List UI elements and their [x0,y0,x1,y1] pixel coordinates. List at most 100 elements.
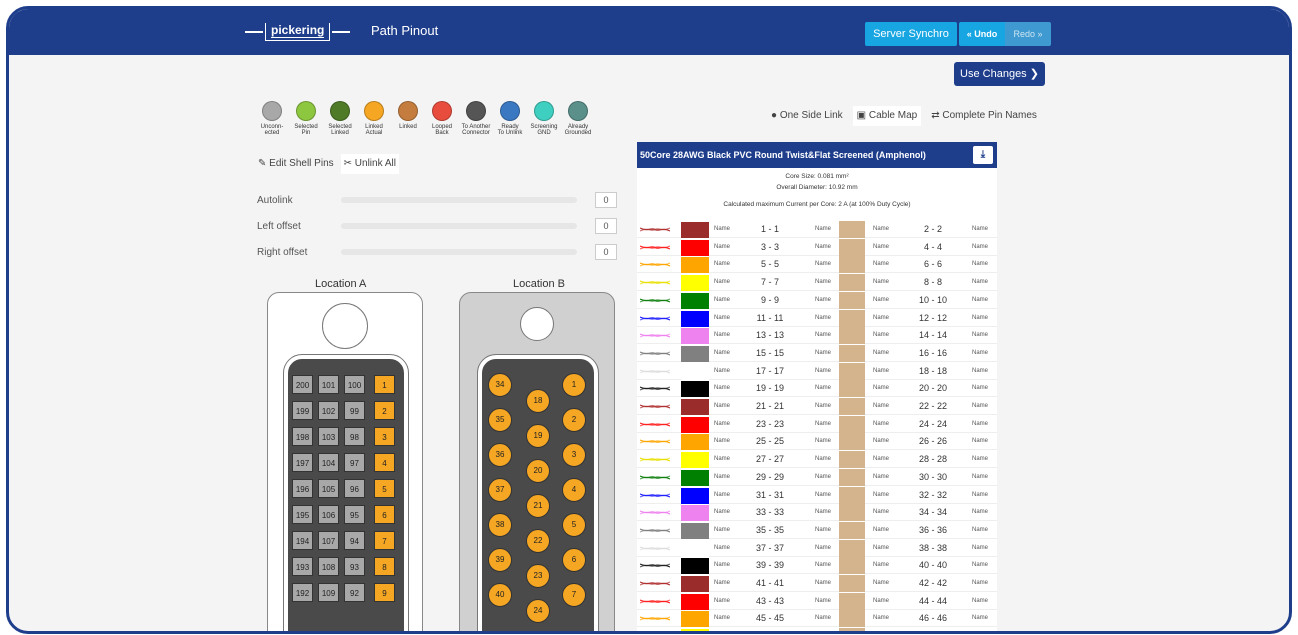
pin-name[interactable]: Name [972,509,988,515]
pin-name[interactable]: Name [815,545,831,551]
pin-name[interactable]: Name [873,527,889,533]
offset-slider[interactable] [341,249,577,255]
pin-square[interactable]: 94 [344,531,365,550]
pin-name[interactable]: Name [815,385,831,391]
cable-row[interactable]: Name 9 - 9 Name Name 10 - 10 Name [637,291,997,309]
pin-name[interactable]: Name [972,332,988,338]
pin-name[interactable]: Name [815,456,831,462]
pin-name[interactable]: Name [714,226,730,232]
pin-name[interactable]: Name [873,297,889,303]
cable-row[interactable]: Name 21 - 21 Name Name 22 - 22 Name [637,398,997,415]
pin-name[interactable]: Name [815,509,831,515]
complete-pin-names-toggle[interactable]: ⇄ Complete Pin Names [927,106,1041,126]
pin-name[interactable]: Name [714,474,730,480]
pin-name[interactable]: Name [714,421,730,427]
pin-name[interactable]: Name [714,403,730,409]
pin-name[interactable]: Name [972,368,988,374]
pin-circle[interactable]: 19 [526,424,550,448]
pin-square[interactable]: 107 [318,531,339,550]
cable-row[interactable]: Name 39 - 39 Name Name 40 - 40 Name [637,557,997,575]
pin-name[interactable]: Name [972,350,988,356]
pin-circle[interactable]: 22 [526,529,550,553]
pin-name[interactable]: Name [714,332,730,338]
pin-name[interactable]: Name [873,244,889,250]
pin-square[interactable]: 198 [292,427,313,446]
pin-name[interactable]: Name [714,562,730,568]
pin-name[interactable]: Name [873,474,889,480]
cable-row[interactable]: Name 47 - 47 Name Name 48 - 48 Name [637,628,997,634]
pin-square[interactable]: 2 [374,401,395,420]
pin-square[interactable]: 1 [374,375,395,394]
pin-square[interactable]: 92 [344,583,365,602]
pin-circle[interactable]: 5 [562,513,586,537]
pin-name[interactable]: Name [815,403,831,409]
pin-name[interactable]: Name [873,633,889,634]
pin-circle[interactable]: 36 [488,443,512,467]
pin-name[interactable]: Name [815,527,831,533]
pin-name[interactable]: Name [714,297,730,303]
pin-circle[interactable]: 18 [526,389,550,413]
pin-name[interactable]: Name [873,456,889,462]
pin-name[interactable]: Name [873,332,889,338]
pin-name[interactable]: Name [873,545,889,551]
pin-name[interactable]: Name [714,279,730,285]
pin-name[interactable]: Name [815,261,831,267]
pin-name[interactable]: Name [714,368,730,374]
pin-circle[interactable]: 39 [488,548,512,572]
pin-name[interactable]: Name [972,403,988,409]
pin-square[interactable]: 193 [292,557,313,576]
pin-square[interactable]: 109 [318,583,339,602]
pin-name[interactable]: Name [972,562,988,568]
pin-name[interactable]: Name [972,438,988,444]
pin-name[interactable]: Name [873,492,889,498]
offset-value-input[interactable]: 0 [595,244,617,260]
pin-name[interactable]: Name [972,226,988,232]
pin-name[interactable]: Name [815,492,831,498]
offset-value-input[interactable]: 0 [595,218,617,234]
offset-slider[interactable] [341,223,577,229]
cable-row[interactable]: Name 45 - 45 Name Name 46 - 46 Name [637,610,997,628]
pin-name[interactable]: Name [972,297,988,303]
one-side-link-toggle[interactable]: ● One Side Link [767,106,847,126]
pin-circle[interactable]: 38 [488,513,512,537]
pin-name[interactable]: Name [815,368,831,374]
pin-square[interactable]: 5 [374,479,395,498]
cable-row[interactable]: Name 27 - 27 Name Name 28 - 28 Name [637,451,997,469]
cable-row[interactable]: Name 23 - 23 Name Name 24 - 24 Name [637,415,997,433]
pin-name[interactable]: Name [972,492,988,498]
offset-value-input[interactable]: 0 [595,192,617,208]
pin-name[interactable]: Name [714,244,730,250]
pin-name[interactable]: Name [714,527,730,533]
pin-name[interactable]: Name [873,615,889,621]
pin-square[interactable]: 195 [292,505,313,524]
pin-name[interactable]: Name [972,385,988,391]
pin-name[interactable]: Name [815,297,831,303]
use-changes-button[interactable]: Use Changes ❯ [954,62,1045,86]
cable-row[interactable]: Name 37 - 37 Name Name 38 - 38 Name [637,539,997,557]
pin-square[interactable]: 6 [374,505,395,524]
pin-name[interactable]: Name [815,562,831,568]
pin-circle[interactable]: 4 [562,478,586,502]
pin-name[interactable]: Name [873,421,889,427]
pin-square[interactable]: 108 [318,557,339,576]
cable-row[interactable]: Name 13 - 13 Name Name 14 - 14 Name [637,327,997,345]
pin-square[interactable]: 101 [318,375,339,394]
pin-name[interactable]: Name [873,279,889,285]
pin-name[interactable]: Name [815,226,831,232]
cable-row[interactable]: Name 1 - 1 Name Name 2 - 2 Name [637,221,997,238]
pin-name[interactable]: Name [873,315,889,321]
pin-square[interactable]: 103 [318,427,339,446]
pin-name[interactable]: Name [972,421,988,427]
cable-row[interactable]: Name 7 - 7 Name Name 8 - 8 Name [637,274,997,292]
pin-name[interactable]: Name [873,403,889,409]
pin-circle[interactable]: 6 [562,548,586,572]
cable-row[interactable]: Name 43 - 43 Name Name 44 - 44 Name [637,592,997,610]
pin-square[interactable]: 4 [374,453,395,472]
pin-name[interactable]: Name [873,438,889,444]
cable-map-toggle[interactable]: ▣ Cable Map [852,106,922,126]
pin-name[interactable]: Name [714,438,730,444]
pin-square[interactable]: 200 [292,375,313,394]
cable-row[interactable]: Name 33 - 33 Name Name 34 - 34 Name [637,504,997,522]
pin-circle[interactable]: 7 [562,583,586,607]
pin-circle[interactable]: 1 [562,373,586,397]
